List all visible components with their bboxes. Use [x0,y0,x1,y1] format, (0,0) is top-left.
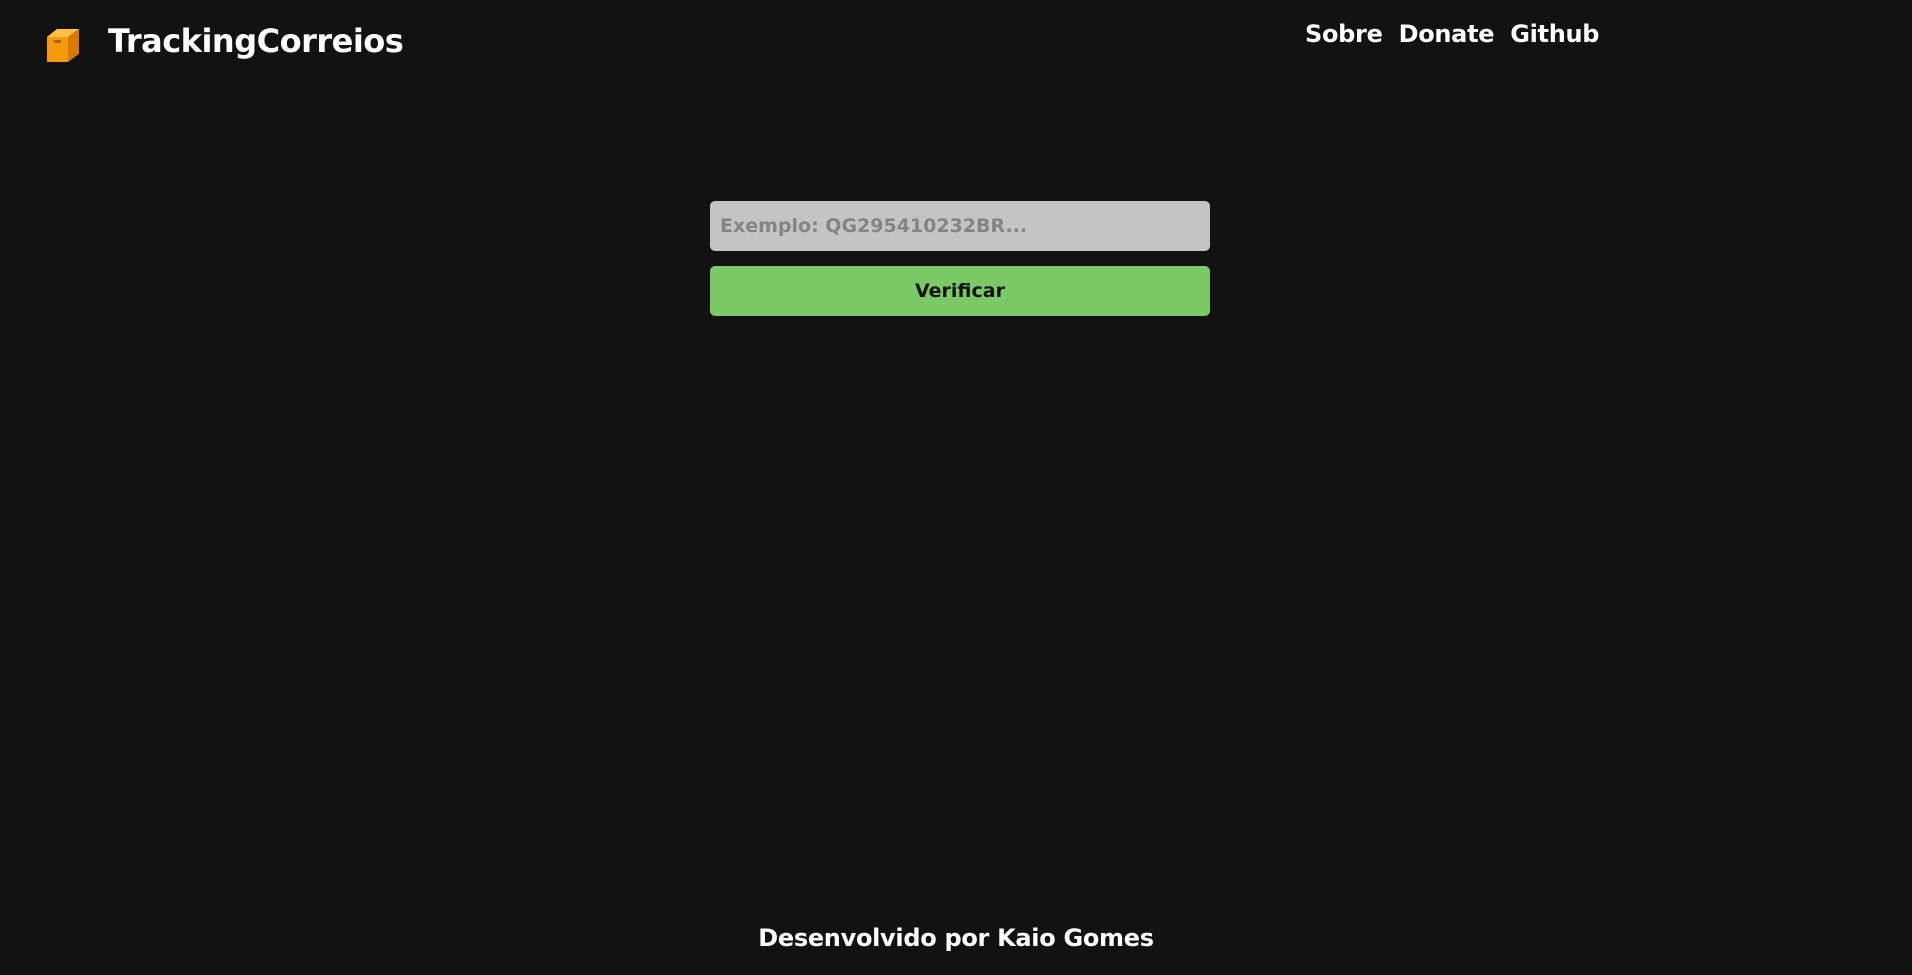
brand-title[interactable]: TrackingCorreios [108,22,404,60]
tracking-form: Verificar [710,201,1210,316]
tracking-code-input[interactable] [710,201,1210,251]
verify-button[interactable]: Verificar [710,266,1210,316]
top-nav: Sobre Donate Github [1305,20,1599,48]
nav-link-github[interactable]: Github [1510,20,1599,48]
footer-credit: Desenvolvido por Kaio Gomes [758,924,1154,952]
package-box-icon[interactable] [44,26,82,64]
nav-link-donate[interactable]: Donate [1399,20,1495,48]
site-header: TrackingCorreios Sobre Donate Github [0,0,1912,90]
nav-link-sobre[interactable]: Sobre [1305,20,1383,48]
